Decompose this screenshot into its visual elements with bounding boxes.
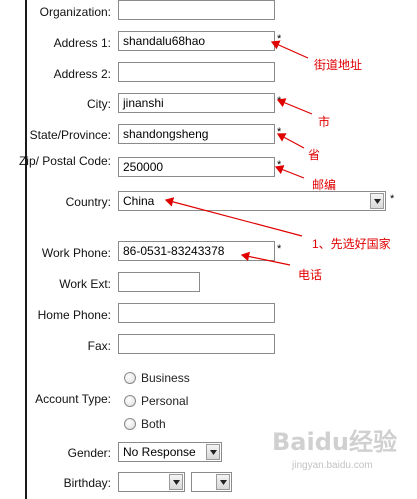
arrow-country	[164, 197, 303, 237]
watermark: Baidu经验 jingyan.baidu.com	[270, 418, 410, 488]
annotation-country: 1、先选好国家	[312, 237, 391, 251]
annotation-state: 省	[308, 148, 321, 162]
arrow-address	[270, 40, 309, 59]
arrow-zip	[274, 165, 305, 179]
annotation-address: 街道地址	[314, 58, 363, 72]
annotation-zip: 邮编	[312, 178, 337, 192]
arrow-state	[276, 133, 305, 149]
annotation-city: 市	[318, 115, 331, 129]
arrow-city	[276, 98, 313, 115]
watermark-url: jingyan.baidu.com	[292, 460, 373, 471]
watermark-text: Baidu经验	[272, 428, 397, 456]
arrow-phone	[240, 251, 291, 266]
annotation-phone: 电话	[298, 268, 323, 282]
